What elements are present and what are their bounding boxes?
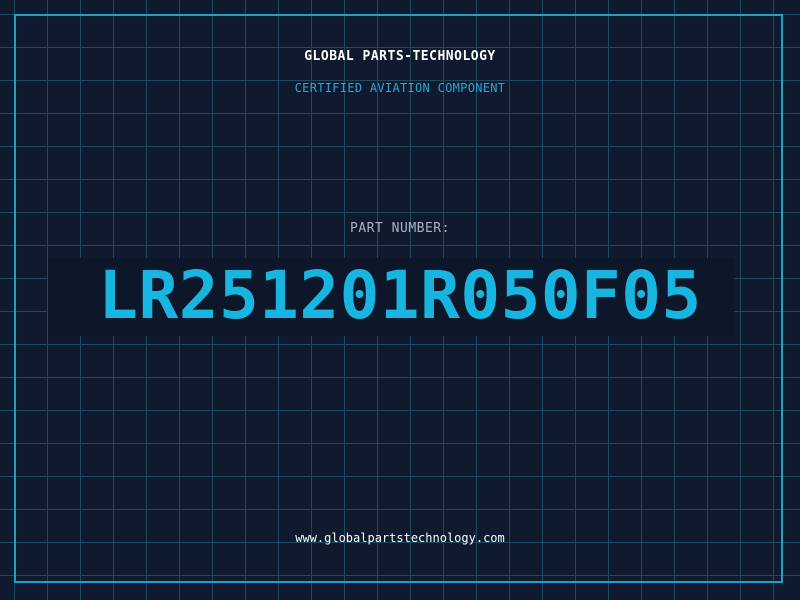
part-number-label: PART NUMBER: — [350, 221, 450, 236]
website-url: www.globalpartstechnology.com — [295, 531, 505, 545]
company-name: GLOBAL PARTS-TECHNOLOGY — [304, 49, 496, 64]
certification-subtitle: CERTIFIED AVIATION COMPONENT — [294, 81, 506, 95]
label-canvas: GLOBAL PARTS-TECHNOLOGY CERTIFIED AVIATI… — [0, 0, 800, 600]
part-number-value: LR251201R050F05 — [98, 257, 702, 334]
